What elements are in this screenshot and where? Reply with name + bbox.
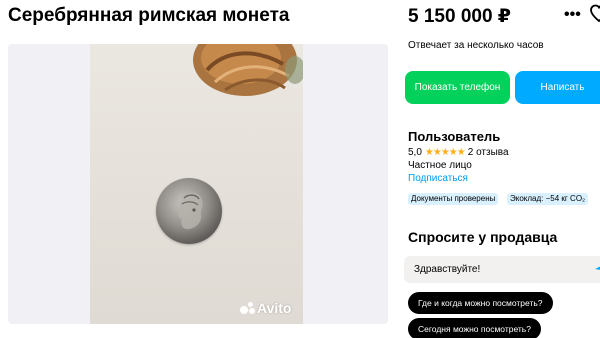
avito-watermark: Avito: [240, 300, 291, 316]
response-time: Отвечает за несколько часов: [408, 40, 544, 51]
seller-type: Частное лицо: [408, 160, 472, 171]
more-dots-icon[interactable]: •••: [564, 6, 584, 24]
heart-icon[interactable]: [590, 4, 600, 24]
seller-rating: 5,0 ★★★★★ 2 отзыва: [408, 147, 509, 158]
reviews-link[interactable]: 2 отзыва: [468, 147, 509, 158]
avito-logo-icon: [240, 302, 256, 314]
photo-gallery[interactable]: Avito: [8, 44, 388, 324]
write-message-button[interactable]: Написать: [515, 71, 600, 104]
shell-image: [193, 44, 303, 96]
coin-photo: Avito: [90, 44, 303, 324]
send-icon[interactable]: [594, 262, 600, 276]
listing-title: Серебрянная римская монета: [8, 5, 290, 26]
seller-name[interactable]: Пользователь: [408, 129, 500, 144]
ask-seller-title: Спросите у продавца: [408, 229, 558, 245]
avito-watermark-text: Avito: [257, 300, 292, 316]
documents-verified-badge[interactable]: Документы проверены: [408, 193, 499, 205]
coin-portrait: [178, 192, 203, 230]
rating-stars-icon: ★★★★★: [424, 147, 466, 158]
eco-contribution-badge[interactable]: Экоклад: −54 кг CO₂: [507, 193, 589, 205]
rating-value: 5,0: [408, 147, 422, 158]
subscribe-link[interactable]: Подписаться: [408, 173, 468, 184]
quick-question-chip[interactable]: Где и когда можно посмотреть?: [408, 292, 553, 314]
quick-question-chip[interactable]: Сегодня можно посмотреть?: [408, 318, 541, 338]
coin-image: [156, 178, 222, 244]
message-input[interactable]: Здравствуйте!: [404, 256, 600, 283]
show-phone-button[interactable]: Показать телефон: [405, 71, 510, 104]
listing-price: 5 150 000 ₽: [408, 6, 512, 27]
